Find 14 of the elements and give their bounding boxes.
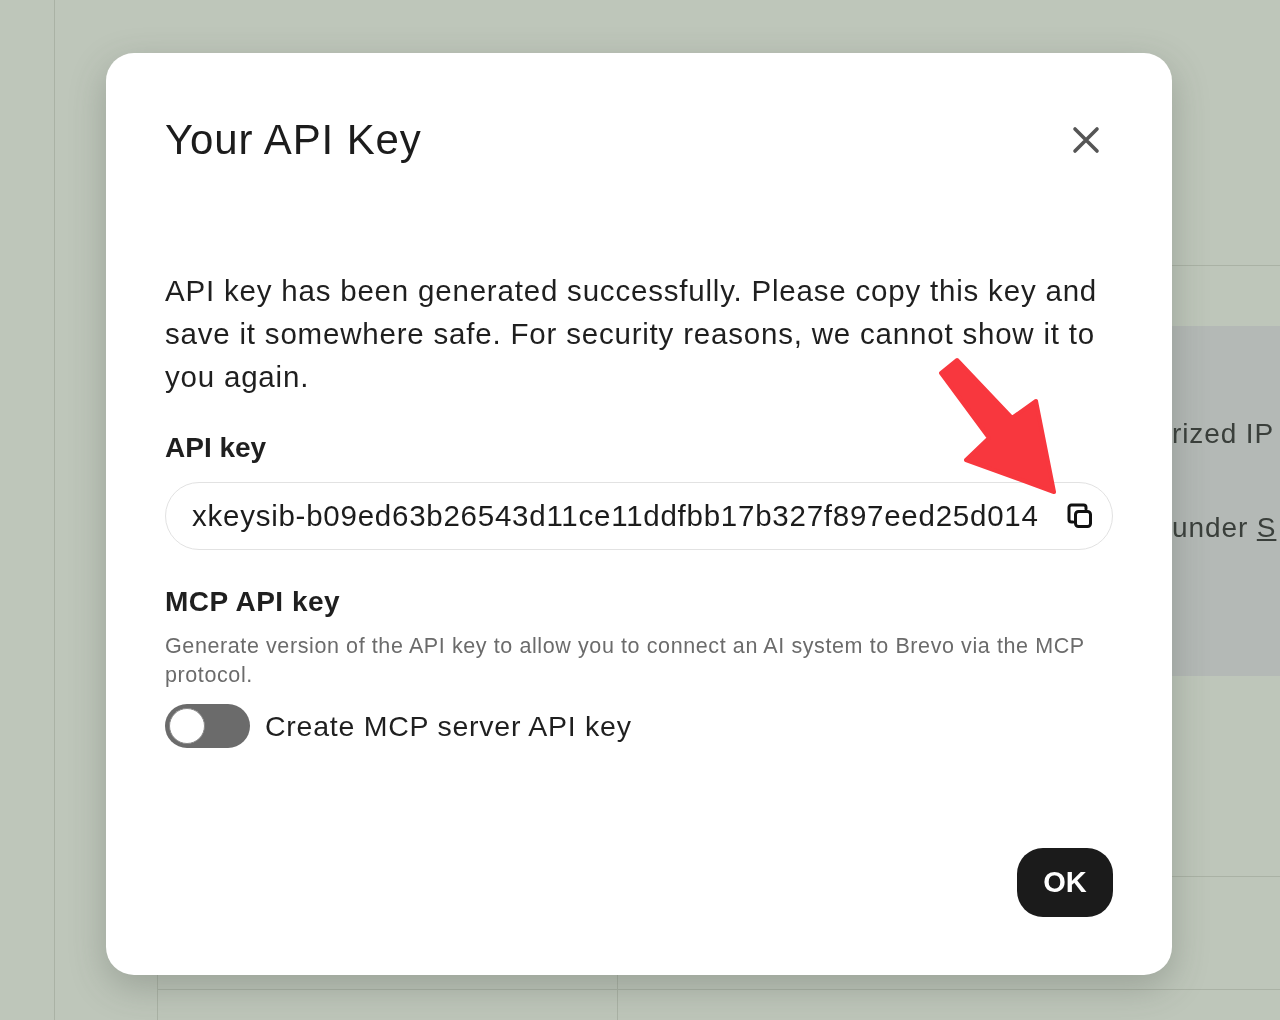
- dialog-message: API key has been generated successfully. Please copy this key and save it somewhere safe. For security reasons, we cannot show it to you again.: [165, 273, 1099, 395]
- panel-text: rized IP: [1172, 417, 1275, 451]
- toggle-label: Create MCP server API key: [265, 709, 632, 744]
- copy-icon: [1066, 502, 1094, 530]
- panel-text: under S: [1172, 511, 1277, 545]
- ok-button[interactable]: OK: [1017, 848, 1113, 917]
- toggle-switch[interactable]: [165, 704, 250, 748]
- dialog-title: Your API Key: [165, 115, 422, 165]
- close-icon: [1072, 126, 1100, 154]
- panel-link[interactable]: S: [1256, 512, 1277, 543]
- copy-button[interactable]: [1066, 502, 1094, 530]
- section-description: Generate version of the API key to allow you to connect an AI system to Brevo via the MCP protocol.: [165, 633, 1086, 689]
- field-label: API key: [165, 431, 267, 465]
- section-heading: MCP API key: [165, 585, 341, 619]
